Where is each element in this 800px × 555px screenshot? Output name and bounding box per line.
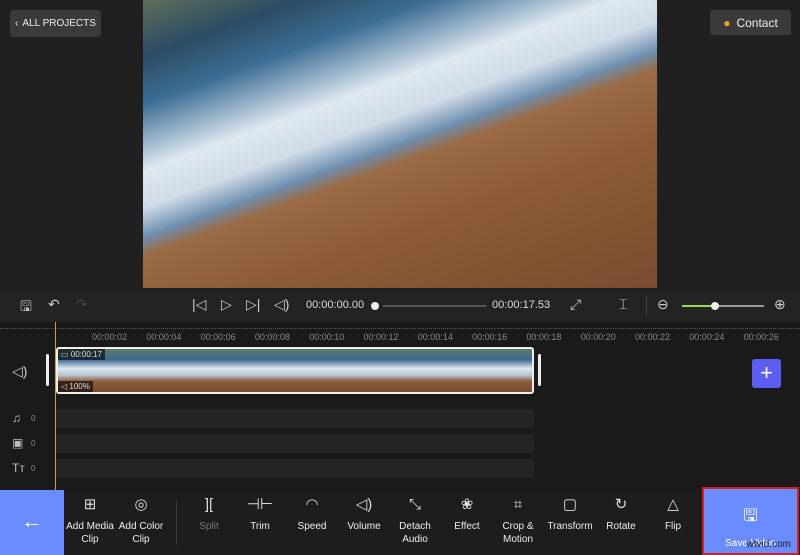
lane-icon: ♫ (12, 411, 21, 425)
player-controls: 🖫 ↶ ↷ |◁ ▷ ▷| ◁) 00:00:00.00 00:00:17.53… (0, 290, 800, 322)
split-view-icon[interactable]: ⌶ (619, 296, 627, 313)
ruler-label: 00:00:18 (526, 332, 562, 342)
ruler-label: 00:00:10 (309, 332, 345, 342)
tool-icon: △ (667, 496, 679, 513)
ruler-ticks (0, 328, 800, 329)
tool-rotate[interactable]: ↻ Rotate (594, 496, 648, 533)
lane-count: 0 (31, 464, 36, 473)
chevron-left-icon: ‹ (15, 18, 19, 29)
zoom-slider[interactable] (682, 305, 764, 307)
lane-track[interactable] (56, 459, 534, 478)
lane-icon: ▣ (12, 436, 24, 450)
tool-trim[interactable]: ⊣⊢ Trim (233, 496, 287, 533)
add-track-button[interactable]: + (752, 359, 781, 388)
tool-transform[interactable]: ▢ Transform (543, 496, 597, 533)
track-volume-icon[interactable]: ◁) (12, 363, 27, 380)
bottom-toolbar: ← ⊞ Add Media Clip ◎ Add Color Clip][Split ⊣… (0, 487, 800, 555)
video-preview[interactable] (143, 0, 657, 288)
lane-count: 0 (31, 439, 36, 448)
ruler-label: 00:00:24 (689, 332, 725, 342)
seek-handle[interactable] (371, 302, 379, 310)
contact-button[interactable]: ● Contact (710, 10, 791, 35)
redo-icon[interactable]: ↷ (76, 296, 88, 313)
tool-flip[interactable]: △ Flip (646, 496, 700, 533)
seek-bar[interactable] (383, 305, 486, 307)
tool-icon: ][ (204, 496, 214, 513)
tool-add-media-clip[interactable]: ⊞ Add Media Clip (63, 496, 117, 546)
ruler-label: 00:00:04 (146, 332, 182, 342)
clip-handle-right[interactable] (538, 354, 541, 386)
zoom-in-icon[interactable]: ⊕ (774, 296, 786, 313)
save-icon: 🖫 (743, 506, 758, 525)
lane-track[interactable] (56, 434, 534, 453)
save-icon[interactable]: 🖫 (20, 296, 32, 320)
ruler-label: 00:00:12 (363, 332, 399, 342)
play-icon[interactable]: ▷ (221, 296, 232, 313)
tool-detach-audio[interactable]: ⤡ Detach Audio (388, 496, 442, 546)
volume-icon[interactable]: ◁) (274, 296, 289, 313)
tool-volume[interactable]: ◁) Volume (337, 496, 391, 533)
tool-icon: ◁) (355, 496, 373, 513)
lane-icon: Tт (12, 461, 25, 475)
fullscreen-icon[interactable]: ⤢ (570, 296, 581, 313)
skip-start-icon[interactable]: |◁ (192, 296, 206, 313)
divider (176, 500, 177, 545)
tool-crop-motion[interactable]: ⌗ Crop & Motion (491, 496, 545, 546)
lane-count: 0 (31, 414, 36, 423)
playhead[interactable] (55, 322, 56, 490)
tool-icon: ❀ (460, 496, 474, 513)
undo-icon[interactable]: ↶ (48, 296, 60, 313)
ruler-label: 00:00:02 (92, 332, 128, 342)
ruler-label: 00:00:22 (635, 332, 671, 342)
clip-volume: ◁ 100% (58, 381, 93, 392)
all-projects-button[interactable]: ‹ ALL PROJECTS (10, 10, 101, 37)
tool-icon: ▢ (562, 496, 578, 513)
avatar-icon: ● (723, 15, 731, 30)
preview-area: ‹ ALL PROJECTS ● Contact (0, 0, 800, 290)
timeline: 00:00:02 00:00:04 00:00:06 00:00:08 00:00:10… (0, 322, 800, 490)
clip-handle-left[interactable] (46, 354, 49, 386)
zoom-handle[interactable] (711, 302, 719, 310)
tool-icon: ⊞ (83, 496, 97, 513)
tool-speed[interactable]: ◠ Speed (285, 496, 339, 533)
tool-effect[interactable]: ❀ Effect (440, 496, 494, 533)
watermark: wtvid.com (746, 539, 791, 550)
tool-icon: ⌗ (513, 496, 523, 513)
skip-end-icon[interactable]: ▷| (246, 296, 260, 313)
ruler-label: 00:00:20 (580, 332, 616, 342)
back-button[interactable]: ← (0, 490, 64, 555)
zoom-out-icon[interactable]: ⊖ (657, 296, 669, 313)
clip-duration: ▭ 00:00:17 (58, 349, 105, 360)
ruler-label: 00:00:06 (200, 332, 236, 342)
video-icon: ▭ (61, 350, 71, 359)
ruler-label: 00:00:16 (472, 332, 508, 342)
video-clip[interactable]: ▭ 00:00:17 ◁ 100% (56, 347, 534, 394)
ruler-label: 00:00:26 (743, 332, 779, 342)
tool-icon: ⊣⊢ (246, 496, 274, 513)
ruler-label: 00:00:08 (254, 332, 290, 342)
lane-track[interactable] (56, 409, 534, 428)
tool-icon: ◎ (134, 496, 148, 513)
tool-icon: ⤡ (408, 496, 421, 513)
arrow-left-icon: ← (21, 508, 43, 533)
current-time: 00:00:00.00 (306, 299, 365, 311)
tool-icon: ↻ (614, 496, 628, 513)
tool-split[interactable]: ][Split (182, 496, 236, 533)
total-time: 00:00:17.53 (492, 299, 551, 311)
tool-add-color-clip[interactable]: ◎ Add Color Clip (114, 496, 168, 546)
save-video-button[interactable]: 🖫 Save Video wtvid.com (702, 487, 799, 555)
ruler-label: 00:00:14 (417, 332, 453, 342)
tool-icon: ◠ (305, 496, 319, 513)
divider (646, 296, 647, 316)
